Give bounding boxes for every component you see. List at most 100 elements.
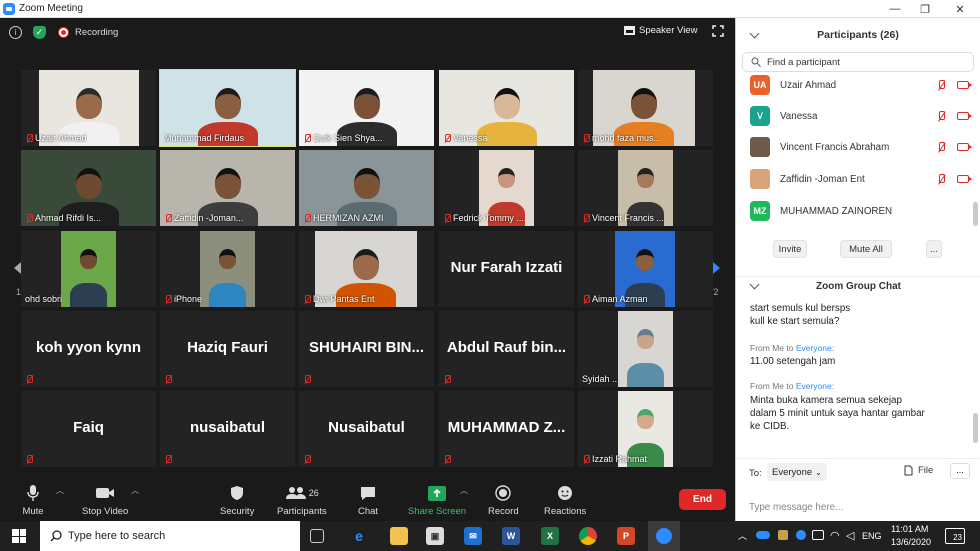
video-options-caret[interactable]: ︿: [131, 485, 139, 496]
close-button[interactable]: ✕: [945, 0, 975, 18]
participants-more-button[interactable]: ...: [926, 240, 942, 258]
chat-message-input[interactable]: Type message here...: [749, 502, 843, 513]
chevron-down-icon[interactable]: [749, 279, 760, 290]
speaker-view-button[interactable]: Speaker View: [624, 25, 697, 36]
participant-tile[interactable]: nusaibatul: [160, 391, 295, 467]
mute-label: Mute: [22, 506, 44, 517]
participant-tile[interactable]: Nur Farah Izzati: [439, 231, 574, 307]
mute-all-button[interactable]: Mute All: [840, 240, 892, 258]
camera-icon[interactable]: [957, 175, 972, 183]
excel-icon[interactable]: X: [541, 527, 559, 545]
maximize-button[interactable]: ❐: [910, 0, 940, 18]
share-options-caret[interactable]: ︿: [460, 485, 468, 496]
participants-scrollbar[interactable]: [973, 202, 978, 226]
participant-tile[interactable]: Nusaibatul: [299, 391, 434, 467]
security-button[interactable]: Security: [220, 483, 254, 517]
participants-button[interactable]: 26 Participants: [277, 483, 327, 517]
participant-tile[interactable]: Faiq: [21, 391, 156, 467]
participant-tile[interactable]: Izzati Rahmat: [578, 391, 713, 467]
mail-icon[interactable]: ✉: [464, 527, 482, 545]
notification-center-icon[interactable]: 23: [945, 528, 965, 544]
participant-tile[interactable]: Aiman Azman: [578, 231, 713, 307]
muted-mic-icon[interactable]: [936, 79, 947, 91]
participant-list-item[interactable]: UA Uzair Ahmad: [750, 74, 972, 96]
camera-icon[interactable]: [957, 143, 972, 151]
stop-video-button[interactable]: Stop Video: [82, 483, 128, 517]
participant-tile[interactable]: MUHAMMAD Z...: [439, 391, 574, 467]
task-view-icon[interactable]: [310, 529, 324, 543]
tray-zoom-icon[interactable]: [796, 530, 806, 540]
muted-mic-icon: [443, 133, 451, 143]
participant-tile[interactable]: HERMIZAN AZMI: [299, 150, 434, 226]
participant-name-label: Dwi Pantas Ent: [303, 294, 375, 304]
edge-browser-icon[interactable]: e: [350, 527, 368, 545]
file-button[interactable]: File: [904, 465, 933, 476]
participant-tile[interactable]: koh yyon kynn: [21, 311, 156, 387]
invite-button[interactable]: Invite: [773, 240, 807, 258]
file-explorer-icon[interactable]: [390, 527, 408, 545]
language-indicator[interactable]: ENG: [862, 531, 882, 541]
clock-date[interactable]: 13/6/2020: [891, 537, 931, 547]
muted-mic-icon: [303, 375, 311, 384]
participant-tile[interactable]: Uzair Ahmad: [21, 70, 156, 146]
participant-list-item[interactable]: Vincent Francis Abraham: [750, 136, 972, 158]
participant-list-item[interactable]: MZ MUHAMMAD ZAINOREN: [750, 200, 972, 222]
participant-tile[interactable]: Syidah ...: [578, 311, 713, 387]
chat-more-button[interactable]: ...: [950, 463, 970, 479]
mute-button[interactable]: Mute: [22, 483, 44, 517]
participant-list-item[interactable]: Zaffidin -Joman Ent: [750, 168, 972, 190]
tray-chevron-icon[interactable]: ︿: [738, 529, 747, 542]
minimize-button[interactable]: —: [880, 0, 910, 18]
camera-icon[interactable]: [957, 81, 972, 89]
participant-tile[interactable]: Vincent Francis ...: [578, 150, 713, 226]
muted-mic-icon[interactable]: [936, 141, 947, 153]
taskbar-search-input[interactable]: Type here to search: [40, 521, 300, 551]
participant-tile[interactable]: Fedrick Tommy ...: [439, 150, 574, 226]
muted-mic-icon[interactable]: [936, 110, 947, 122]
person-head: [219, 249, 236, 269]
participant-tile[interactable]: SHUHAIRI BIN...: [299, 311, 434, 387]
participant-list-item[interactable]: V Vanessa: [750, 105, 972, 127]
participant-list-name: Uzair Ahmad: [780, 79, 837, 91]
participant-search-input[interactable]: Find a participant: [742, 52, 974, 72]
clock-time[interactable]: 11:01 AM: [891, 524, 928, 534]
participant-tile[interactable]: Abdul Rauf bin...: [439, 311, 574, 387]
participant-tile[interactable]: Quik Sien Shya...: [299, 70, 434, 146]
record-button[interactable]: Record: [488, 483, 519, 517]
onedrive-icon[interactable]: [756, 531, 770, 539]
audio-options-caret[interactable]: ︿: [56, 485, 64, 496]
end-meeting-button[interactable]: End: [679, 489, 726, 510]
battery-icon[interactable]: [812, 530, 824, 540]
participant-tile[interactable]: Zaffidin -Joman...: [160, 150, 295, 226]
fullscreen-icon[interactable]: [712, 25, 724, 37]
reactions-button[interactable]: Reactions: [544, 483, 586, 517]
windows-start-icon[interactable]: [12, 529, 26, 543]
chat-meta: From Me to Everyone:: [750, 381, 835, 391]
participant-tile[interactable]: Ahmad Rifdi Is...: [21, 150, 156, 226]
participant-tile[interactable]: ohd sobri: [21, 231, 156, 307]
participant-tile[interactable]: Vanessa: [439, 70, 574, 146]
word-icon[interactable]: W: [502, 527, 520, 545]
chrome-icon[interactable]: [579, 527, 597, 545]
volume-icon[interactable]: ◁: [846, 529, 854, 542]
info-icon[interactable]: i: [9, 26, 22, 39]
chat-button[interactable]: Chat: [357, 483, 379, 517]
wifi-icon[interactable]: ◠: [830, 529, 840, 542]
chevron-down-icon[interactable]: [749, 28, 760, 39]
tray-app-icon[interactable]: [778, 530, 788, 540]
chat-scrollbar[interactable]: [973, 413, 978, 443]
participant-tile[interactable]: Muhammad Firdaus: [159, 69, 296, 147]
store-icon[interactable]: ▣: [426, 527, 444, 545]
share-screen-button[interactable]: Share Screen: [408, 483, 466, 517]
zoom-logo-icon: [3, 2, 15, 15]
zoom-taskbar-button[interactable]: [648, 521, 680, 551]
camera-icon[interactable]: [957, 112, 972, 120]
powerpoint-icon[interactable]: P: [617, 527, 635, 545]
participant-tile[interactable]: Dwi Pantas Ent: [299, 231, 434, 307]
shield-icon[interactable]: ✓: [33, 26, 46, 39]
muted-mic-icon[interactable]: [936, 173, 947, 185]
recipient-dropdown[interactable]: Everyone ⌄: [767, 463, 827, 481]
participant-tile[interactable]: iPhone: [160, 231, 295, 307]
participant-tile[interactable]: Haziq Fauri: [160, 311, 295, 387]
participant-tile[interactable]: mohd faza mus...: [578, 70, 713, 146]
